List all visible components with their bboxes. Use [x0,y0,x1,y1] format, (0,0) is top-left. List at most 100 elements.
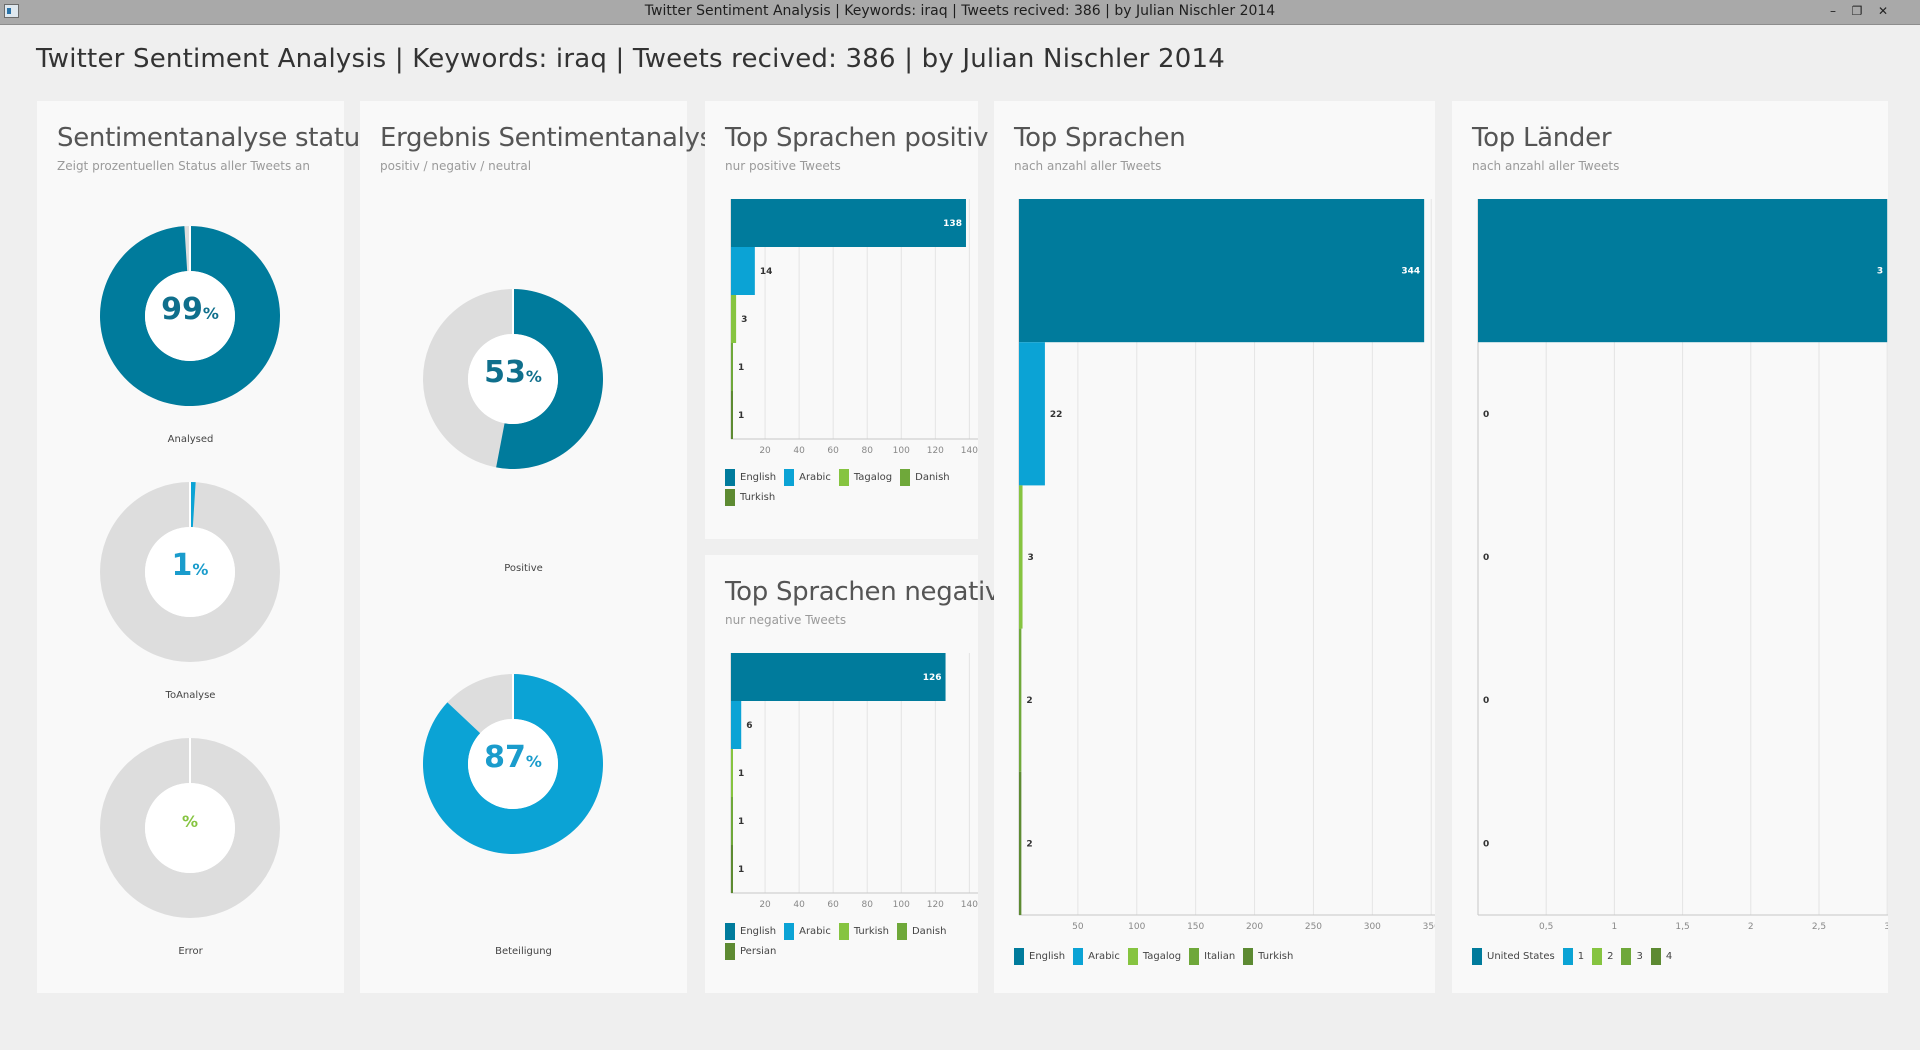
legend-item: Persian [725,942,776,962]
x-tick-label: 0,5 [1539,922,1553,932]
legend-item: Turkish [838,922,889,942]
x-tick-label: 3 [1884,922,1888,932]
legend-swatch [896,922,907,940]
window-titlebar: Twitter Sentiment Analysis | Keywords: i… [0,0,1920,25]
legend-swatch [784,922,795,940]
toanalyse-donut: 1% [100,482,280,662]
panel-subtitle: Zeigt prozentuellen Status aller Tweets … [57,159,311,173]
donut-number: 87 [484,740,526,775]
legend-swatch [1073,947,1084,965]
x-tick-label: 20 [759,900,771,910]
legend-label: 2 [1607,951,1614,962]
legend-swatch [725,942,735,960]
chart-legend: English Arabic Tagalog Danish Turkish [725,468,965,508]
donut-value: 53% [423,355,603,390]
legend-item: Arabic [1073,947,1120,967]
x-tick-label: 60 [827,900,839,910]
legend-swatch [1243,947,1254,965]
analysed-donut: 99% [99,226,280,406]
bar [1478,199,1888,343]
donut-label: Beteiligung [495,946,552,957]
legend-label: Danish [915,472,950,483]
top-pos-panel: Top Sprachen positiv nur positive Tweets… [705,101,989,539]
legend-swatch [784,468,795,486]
bar-value-label: 0 [1483,553,1489,563]
restore-button[interactable]: ❐ [1846,2,1868,20]
x-tick-label: 60 [827,446,839,456]
legend-label: 1 [1577,951,1585,962]
x-tick-label: 1 [1612,922,1618,932]
panel-subtitle: positiv / negativ / neutral [380,159,532,173]
bar-value-label: 2 [1026,696,1032,706]
x-tick-label: 350 [1423,922,1435,932]
x-tick-label: 150 [1187,922,1204,932]
bar [731,391,733,439]
window-title: Twitter Sentiment Analysis | Keywords: i… [644,3,1276,19]
x-tick-label: 80 [861,900,873,910]
bar-value-label: 1 [738,769,744,779]
top-countries-chart: 0,5 1 1,5 2 2,5 3 3 0 0 0 0 [1477,199,1888,932]
bar-value-label: 1 [738,411,744,421]
top-all-chart: 5010015020025030035034422322 [1018,199,1435,932]
bar [1019,342,1045,486]
legend-label: Turkish [853,926,889,937]
beteiligung-donut: 87% [423,674,603,854]
legend-swatch [1014,947,1024,965]
bar-value-label: 0 [1483,696,1489,706]
x-tick-label: 80 [861,446,873,456]
legend-item: 4 [1650,947,1672,967]
legend-item: Tagalog [1127,947,1181,967]
x-tick-label: 100 [1128,922,1145,932]
legend-swatch [900,468,911,486]
legend-label: Arabic [799,472,831,483]
legend-label: Danish [911,926,947,937]
donut-unit: % [192,560,209,579]
top-pos-chart: 20 40 60 80 100 120 140 138 14 3 1 1 [730,199,978,456]
donut-value: % [100,812,280,831]
panel-subtitle: nach anzahl aller Tweets [1014,159,1162,173]
top-all-panel: Top Sprachen nach anzahl aller Tweets 50… [994,101,1435,993]
donut-value: 87% [423,740,603,775]
legend-swatch [1562,947,1573,965]
bar-value-label: 1 [738,363,744,373]
legend-item: Tagalog [838,468,893,488]
legend-label: English [1029,951,1066,962]
legend-swatch [1189,947,1200,965]
legend-item: English [725,468,776,488]
result-panel: Ergebnis Sentimentanalyse positiv / nega… [360,101,729,993]
bar-value-label: 14 [760,267,773,277]
panel-title: Ergebnis Sentimentanalyse [380,123,729,153]
close-button[interactable]: ✕ [1872,2,1894,20]
donut-label: Error [178,946,203,957]
x-tick-label: 140 [961,900,978,910]
x-tick-label: 2 [1748,922,1754,932]
bar-value-label: 22 [1050,410,1063,420]
top-neg-chart: 20 40 60 80 100 120 140 126 6 1 1 1 [730,653,978,910]
legend-label: Italian [1204,951,1236,962]
x-tick-label: 100 [893,446,910,456]
panel-subtitle: nach anzahl aller Tweets [1472,159,1620,173]
legend-label: Tagalog [853,472,893,483]
legend-item: Turkish [725,488,775,508]
donut-unit: % [202,304,219,323]
bar-value-label: 6 [746,721,752,731]
donut-unit: % [181,812,199,831]
bar [731,653,946,701]
legend-label: 3 [1636,951,1643,962]
donut-value: 99% [100,292,280,327]
legend-swatch [1621,947,1632,965]
x-tick-label: 120 [927,900,944,910]
bar-value-label: 2 [1026,839,1032,849]
bar-value-label: 1 [738,817,744,827]
donut-label: ToAnalyse [165,690,216,701]
error-donut: % [100,738,280,918]
x-tick-label: 50 [1072,922,1084,932]
legend-item: 1 [1562,947,1585,967]
bar-value-label: 344 [1401,267,1420,277]
x-tick-label: 20 [759,446,771,456]
legend-swatch [725,488,735,506]
bar [731,749,733,797]
legend-label: Turkish [740,492,776,503]
minimize-button[interactable]: – [1822,2,1844,20]
legend-swatch [838,922,849,940]
